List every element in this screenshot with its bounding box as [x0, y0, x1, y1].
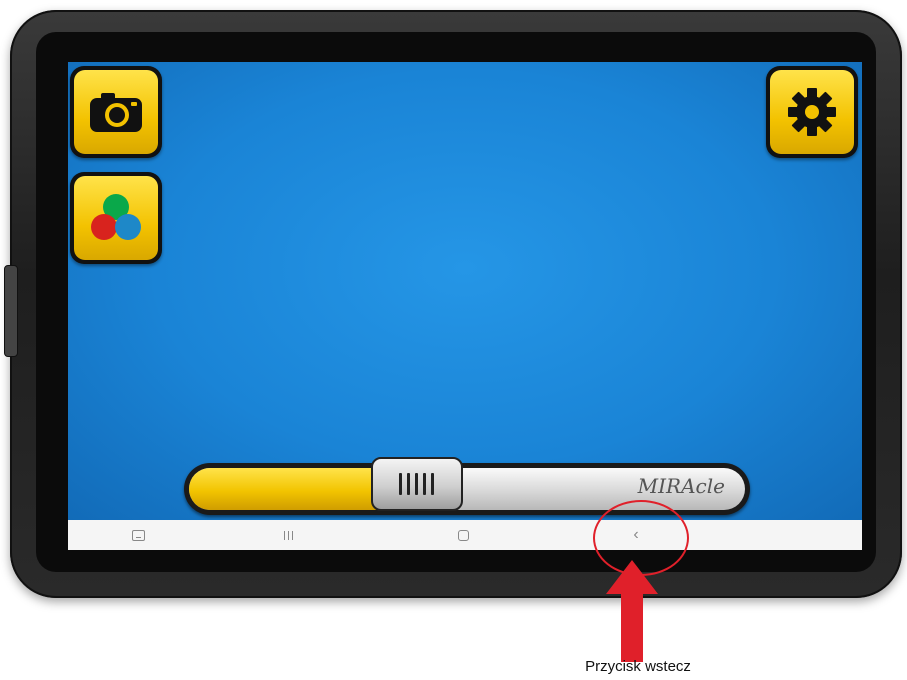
home-key[interactable]: [443, 520, 483, 550]
recent-apps-icon: [283, 530, 293, 540]
color-mode-button[interactable]: [70, 172, 162, 264]
annotation-caption: Przycisk wstecz: [585, 658, 691, 675]
home-icon: [457, 529, 469, 541]
camera-button[interactable]: [70, 66, 162, 158]
brand-label: MIRAcle: [637, 474, 725, 498]
red-arrow-icon: [606, 560, 658, 662]
thumb-grip-line: [415, 473, 419, 495]
keyboard-icon: [131, 529, 145, 541]
recent-apps-key[interactable]: [268, 520, 308, 550]
settings-button[interactable]: [766, 66, 858, 158]
android-navigation-bar: ‹: [68, 520, 862, 550]
thumb-grip-line: [423, 473, 427, 495]
camera-icon: [90, 93, 142, 132]
screen-background: [68, 62, 862, 520]
thumb-grip-line: [431, 473, 435, 495]
thumb-grip-line: [399, 473, 403, 495]
keyboard-key[interactable]: [118, 520, 158, 550]
thumb-grip-line: [407, 473, 411, 495]
color-circles-icon: [91, 194, 141, 240]
gear-icon: [788, 88, 836, 136]
tablet-side-button: [4, 265, 18, 357]
tablet-screen: MIRAcle ‹: [68, 62, 862, 550]
slider-thumb[interactable]: [370, 457, 463, 511]
